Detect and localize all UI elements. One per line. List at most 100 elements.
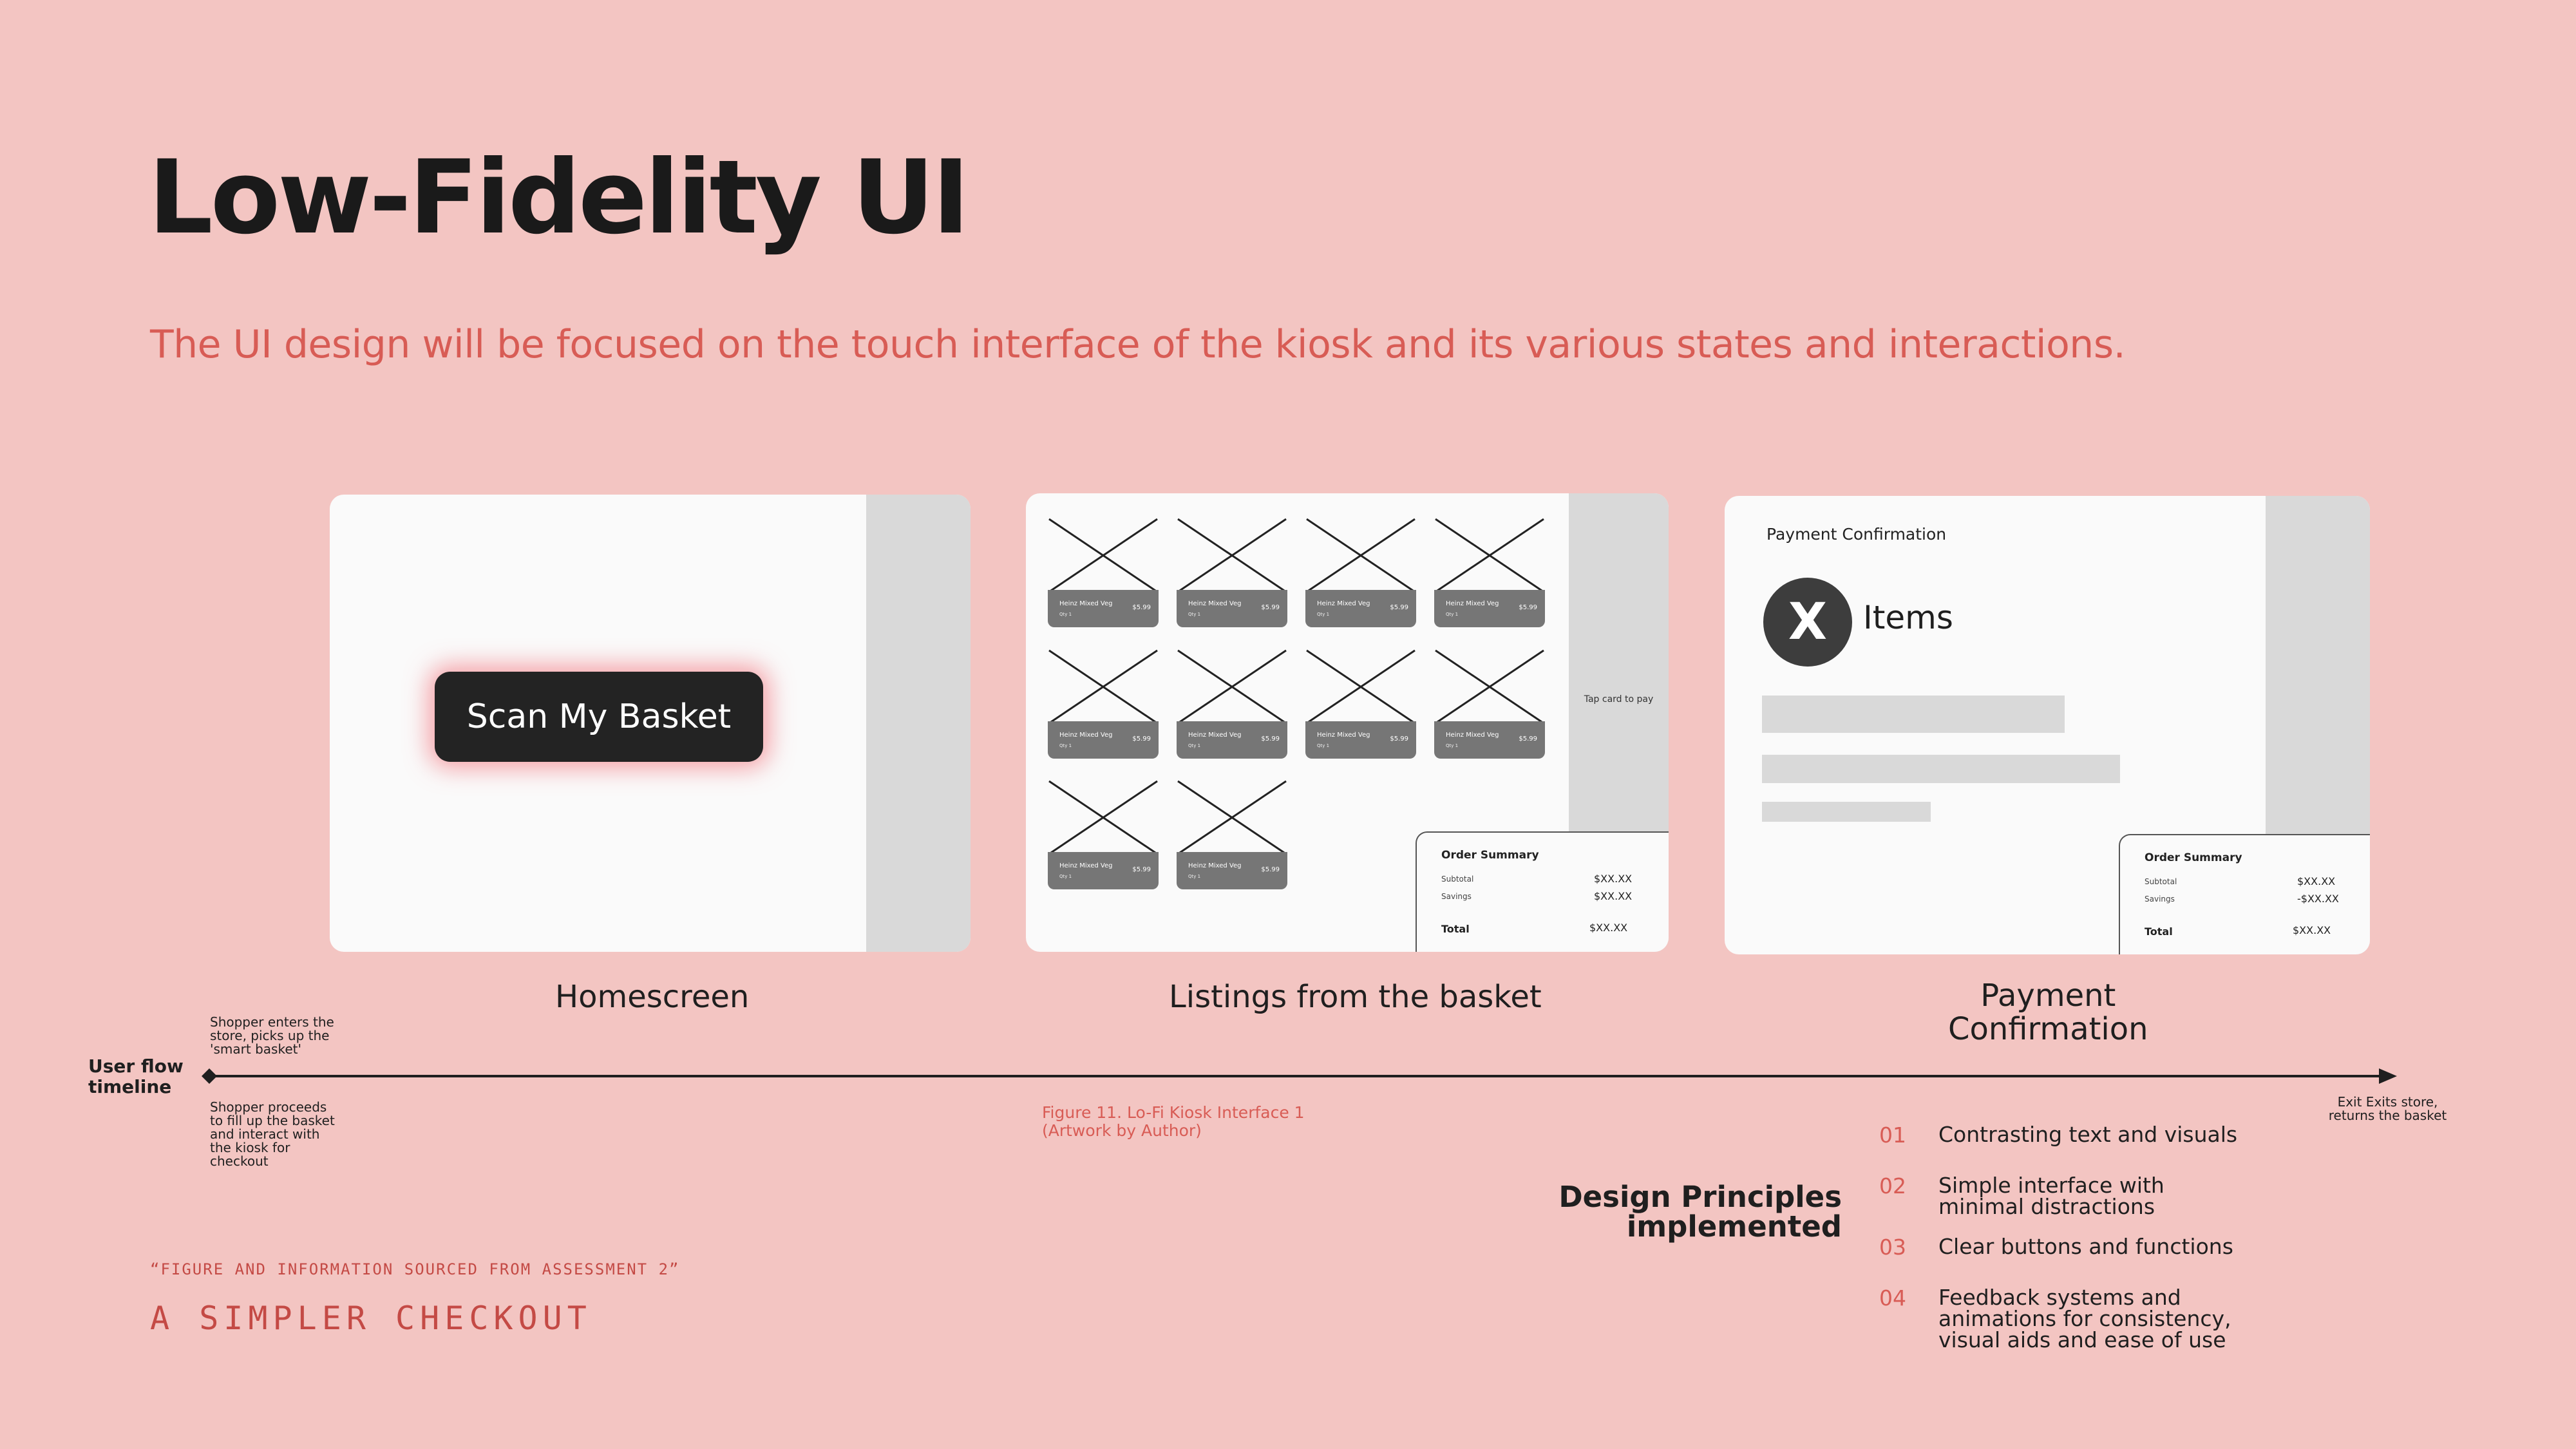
total-value: $XX.XX: [2293, 924, 2331, 936]
figure-caption-line2: (Artwork by Author): [1042, 1121, 1202, 1140]
order-summary-title: Order Summary: [1441, 849, 1539, 862]
product-info-bar: Heinz Mixed Veg Qty 1 $5.99: [1177, 721, 1287, 759]
savings-value: $XX.XX: [1594, 890, 1633, 902]
timeline-start-marker: [202, 1068, 217, 1084]
image-placeholder-icon: [1306, 518, 1416, 593]
principle-number: 02: [1879, 1173, 1906, 1198]
timeline-label-line2: timeline: [88, 1076, 172, 1097]
product-qty: Qty 1: [1317, 743, 1330, 748]
subtotal-value: $XX.XX: [2297, 875, 2336, 887]
product-qty: Qty 1: [1446, 743, 1459, 748]
placeholder-bar: [1762, 802, 1931, 822]
product-price: $5.99: [1132, 604, 1151, 611]
product-name: Heinz Mixed Veg: [1188, 600, 1242, 607]
product-name: Heinz Mixed Veg: [1059, 600, 1113, 607]
product-card[interactable]: Heinz Mixed Veg Qty 1 $5.99: [1305, 649, 1416, 762]
product-name: Heinz Mixed Veg: [1446, 732, 1499, 739]
product-card[interactable]: Heinz Mixed Veg Qty 1 $5.99: [1048, 780, 1159, 893]
timeline-text-line: Shopper enters the: [210, 1014, 334, 1030]
timeline-text-line: Shopper proceeds: [210, 1099, 327, 1115]
product-info-bar: Heinz Mixed Veg Qty 1 $5.99: [1434, 721, 1545, 759]
timeline-text-line: store, picks up the: [210, 1028, 330, 1043]
listings-mockup: Heinz Mixed Veg Qty 1 $5.99 Heinz Mixed Veg…: [1026, 493, 1669, 952]
product-card[interactable]: Heinz Mixed Veg Qty 1 $5.99: [1434, 649, 1545, 762]
source-quote: “FIGURE AND INFORMATION SOURCED FROM ASS…: [150, 1260, 680, 1278]
timeline-label: User flow timeline: [88, 1056, 184, 1097]
payment-caption: Payment Confirmation: [1948, 979, 2148, 1046]
timeline-start-below: Shopper proceeds to fill up the basket a…: [210, 1101, 335, 1168]
product-info-bar: Heinz Mixed Veg Qty 1 $5.99: [1177, 852, 1287, 889]
timeline-text-line: returns the basket: [2328, 1108, 2447, 1123]
principle-line: Contrasting text and visuals: [1938, 1122, 2238, 1147]
product-card[interactable]: Heinz Mixed Veg Qty 1 $5.99: [1048, 518, 1159, 630]
payment-caption-line1: Payment: [1980, 978, 2116, 1014]
homescreen-caption: Homescreen: [555, 979, 750, 1015]
timeline-line: [207, 1075, 2394, 1077]
image-placeholder-icon: [1435, 649, 1544, 724]
product-price: $5.99: [1519, 604, 1537, 611]
item-count-badge: X: [1763, 578, 1852, 667]
product-name: Heinz Mixed Veg: [1059, 862, 1113, 869]
product-info-bar: Heinz Mixed Veg Qty 1 $5.99: [1048, 852, 1159, 889]
product-name: Heinz Mixed Veg: [1317, 600, 1370, 607]
principle-line: visual aids and ease of use: [1938, 1327, 2226, 1352]
timeline-text-line: to fill up the basket: [210, 1113, 335, 1128]
page-title: Low-Fidelity UI: [148, 138, 970, 257]
placeholder-bar: [1762, 696, 2065, 733]
image-placeholder-icon: [1048, 518, 1158, 593]
product-qty: Qty 1: [1317, 612, 1330, 617]
principle-text: Contrasting text and visuals: [1938, 1124, 2237, 1145]
timeline-text-line: Exit Exits store,: [2337, 1094, 2438, 1110]
product-info-bar: Heinz Mixed Veg Qty 1 $5.99: [1305, 721, 1416, 759]
product-qty: Qty 1: [1188, 612, 1201, 617]
payment-title: Payment Confirmation: [1766, 525, 1947, 544]
image-placeholder-icon: [1048, 780, 1158, 855]
product-price: $5.99: [1132, 866, 1151, 873]
product-price: $5.99: [1132, 735, 1151, 743]
savings-label: Savings: [2145, 895, 2175, 904]
principle-text: Feedback systems and animations for cons…: [1938, 1287, 2231, 1350]
order-summary-panel: Order Summary Subtotal $XX.XX Savings $X…: [1416, 831, 1669, 952]
homescreen-mockup: Scan My Basket: [330, 495, 971, 952]
product-price: $5.99: [1261, 735, 1280, 743]
principle-line: animations for consistency,: [1938, 1306, 2231, 1331]
savings-value: -$XX.XX: [2297, 893, 2339, 905]
design-principles-title: Design Principles implemented: [1558, 1182, 1842, 1242]
principle-text: Clear buttons and functions: [1938, 1236, 2233, 1257]
figure-caption: Figure 11. Lo-Fi Kiosk Interface 1 (Artw…: [1042, 1104, 1305, 1140]
product-name: Heinz Mixed Veg: [1188, 732, 1242, 739]
product-card[interactable]: Heinz Mixed Veg Qty 1 $5.99: [1434, 518, 1545, 630]
principle-line: Simple interface with: [1938, 1173, 2164, 1198]
product-qty: Qty 1: [1188, 874, 1201, 879]
product-card[interactable]: Heinz Mixed Veg Qty 1 $5.99: [1305, 518, 1416, 630]
product-name: Heinz Mixed Veg: [1188, 862, 1242, 869]
product-info-bar: Heinz Mixed Veg Qty 1 $5.99: [1305, 590, 1416, 627]
product-qty: Qty 1: [1446, 612, 1459, 617]
principle-number: 03: [1879, 1235, 1906, 1260]
product-price: $5.99: [1261, 604, 1280, 611]
order-summary-panel: Order Summary Subtotal $XX.XX Savings -$…: [2119, 834, 2370, 954]
product-info-bar: Heinz Mixed Veg Qty 1 $5.99: [1177, 590, 1287, 627]
timeline-start-above: Shopper enters the store, picks up the '…: [210, 1016, 334, 1056]
listings-caption: Listings from the basket: [1169, 979, 1542, 1015]
product-card[interactable]: Heinz Mixed Veg Qty 1 $5.99: [1177, 780, 1287, 893]
principle-number: 04: [1879, 1285, 1906, 1311]
product-name: Heinz Mixed Veg: [1317, 732, 1370, 739]
product-card[interactable]: Heinz Mixed Veg Qty 1 $5.99: [1177, 518, 1287, 630]
timeline-arrow-icon: [2379, 1068, 2397, 1084]
scan-basket-button[interactable]: Scan My Basket: [435, 672, 763, 762]
timeline-text-line: the kiosk for: [210, 1140, 290, 1155]
payment-mockup: Payment Confirmation X Items Order Summa…: [1725, 496, 2370, 954]
timeline-text-line: checkout: [210, 1153, 269, 1169]
product-info-bar: Heinz Mixed Veg Qty 1 $5.99: [1048, 721, 1159, 759]
product-name: Heinz Mixed Veg: [1446, 600, 1499, 607]
principle-line: minimal distractions: [1938, 1194, 2155, 1219]
timeline-end-text: Exit Exits store, returns the basket: [2325, 1095, 2450, 1122]
product-card[interactable]: Heinz Mixed Veg Qty 1 $5.99: [1048, 649, 1159, 762]
total-value: $XX.XX: [1589, 922, 1628, 934]
total-label: Total: [2145, 925, 2173, 938]
product-price: $5.99: [1519, 735, 1537, 743]
image-placeholder-icon: [1306, 649, 1416, 724]
product-card[interactable]: Heinz Mixed Veg Qty 1 $5.99: [1177, 649, 1287, 762]
total-label: Total: [1441, 923, 1470, 935]
